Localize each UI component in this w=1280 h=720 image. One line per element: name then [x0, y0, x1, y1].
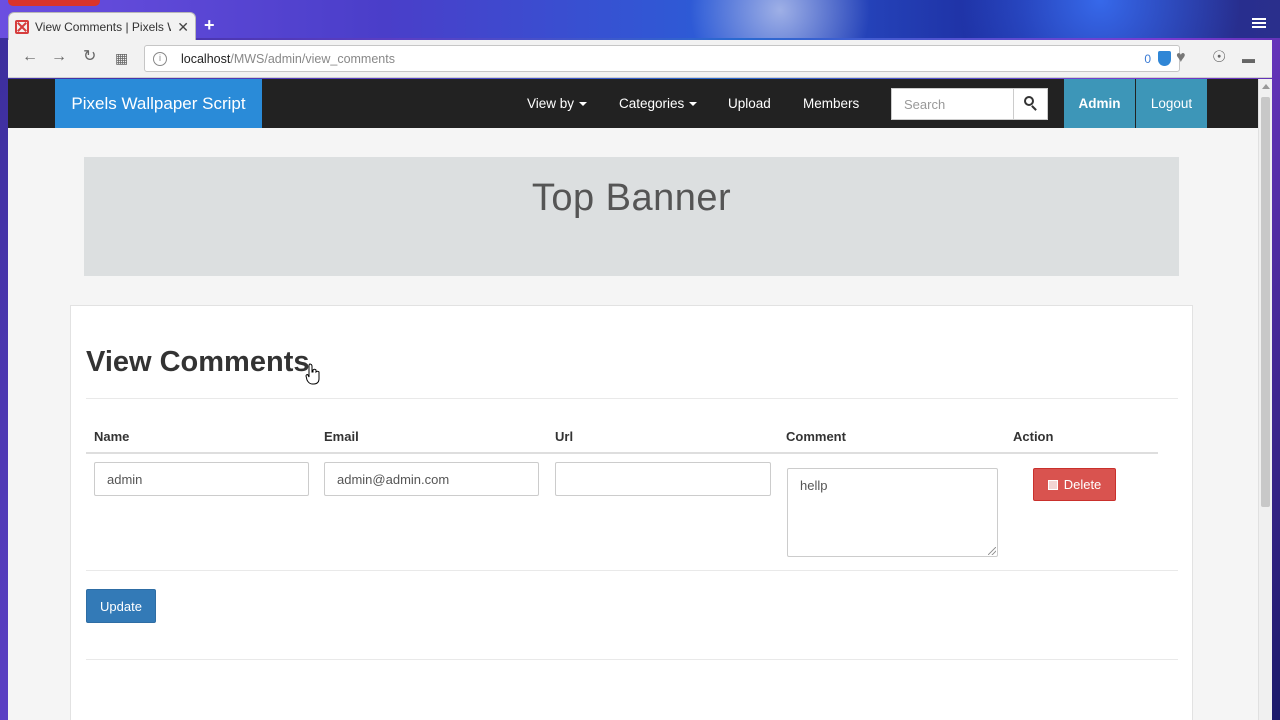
tab-title: View Comments | Pixels W: [35, 19, 172, 34]
new-tab-button[interactable]: +: [204, 16, 215, 34]
delete-button[interactable]: Delete: [1033, 468, 1116, 501]
column-header-comment: Comment: [786, 429, 846, 444]
address-path: /MWS/admin/view_comments: [230, 52, 395, 66]
column-header-name: Name: [94, 429, 130, 444]
apps-grid-icon[interactable]: ▦: [115, 51, 128, 65]
resize-grip-icon[interactable]: [988, 547, 996, 555]
site-favicon-icon: [15, 19, 29, 34]
nav-upload[interactable]: Upload: [728, 79, 771, 128]
battery-icon[interactable]: ▬: [1242, 52, 1255, 65]
search-input[interactable]: [892, 89, 1013, 119]
brand-logo[interactable]: Pixels Wallpaper Script: [55, 79, 262, 128]
update-button[interactable]: Update: [86, 589, 156, 623]
nav-search-form: [891, 88, 1048, 120]
hand-cursor-icon: [305, 363, 320, 385]
divider: [86, 659, 1178, 660]
browser-menu-icon[interactable]: [1252, 18, 1266, 28]
blocker-count-badge: 0: [1144, 52, 1151, 66]
back-icon[interactable]: ←: [22, 49, 38, 65]
address-bar[interactable]: i localhost/MWS/admin/view_comments 0: [144, 45, 1180, 72]
column-header-url: Url: [555, 429, 574, 444]
divider: [86, 570, 1178, 571]
page-title: View Comments: [86, 346, 310, 378]
comment-text: hellp: [800, 478, 828, 493]
logout-button[interactable]: Logout: [1136, 79, 1207, 128]
delete-button-label: Delete: [1063, 477, 1102, 492]
search-button[interactable]: [1013, 89, 1047, 119]
column-header-email: Email: [324, 429, 359, 444]
nav-categories[interactable]: Categories: [619, 79, 698, 128]
page-scrollbar[interactable]: [1258, 79, 1272, 720]
search-icon-handle: [1031, 105, 1037, 111]
name-field[interactable]: admin: [94, 462, 309, 496]
heart-icon[interactable]: ♥: [1176, 50, 1186, 66]
email-field[interactable]: admin@admin.com: [324, 462, 539, 496]
browser-tab[interactable]: View Comments | Pixels W ✕: [8, 12, 196, 40]
browser-toolbar: ← → ↻ ▦ i localhost/MWS/admin/view_comme…: [8, 40, 1272, 78]
nav-view-by-label: View by: [527, 96, 575, 111]
banner-text: Top Banner: [531, 177, 732, 219]
address-url: localhost/MWS/admin/view_comments: [181, 52, 395, 66]
address-host: localhost: [181, 52, 231, 66]
shield-icon[interactable]: [1158, 51, 1171, 66]
top-banner: Top Banner: [84, 157, 1179, 276]
site-info-icon[interactable]: i: [153, 52, 167, 66]
table-header-rule: [86, 452, 1158, 454]
comments-panel: View Comments Name Email Url Comment Act…: [70, 305, 1193, 720]
admin-button[interactable]: Admin: [1064, 79, 1135, 128]
nav-categories-label: Categories: [619, 96, 685, 111]
taskbar-tag: [8, 0, 100, 6]
scroll-up-icon[interactable]: [1262, 84, 1270, 89]
divider: [86, 398, 1178, 399]
url-field[interactable]: [555, 462, 771, 496]
forward-icon[interactable]: →: [51, 49, 67, 65]
nav-members[interactable]: Members: [803, 79, 859, 128]
nav-view-by[interactable]: View by: [527, 79, 588, 128]
caret-down-icon: [579, 101, 588, 106]
column-header-action: Action: [1013, 429, 1054, 444]
scrollbar-thumb[interactable]: [1261, 97, 1270, 507]
reload-icon[interactable]: ↻: [83, 49, 96, 65]
comment-textarea[interactable]: hellp: [787, 468, 998, 557]
site-navbar: Pixels Wallpaper Script View by Categori…: [8, 79, 1258, 128]
tab-close-icon[interactable]: ✕: [177, 20, 189, 34]
caret-down-icon: [689, 101, 698, 106]
page-viewport: Pixels Wallpaper Script View by Categori…: [8, 79, 1272, 720]
trash-icon: [1047, 479, 1058, 490]
download-icon[interactable]: ☉: [1212, 50, 1226, 66]
